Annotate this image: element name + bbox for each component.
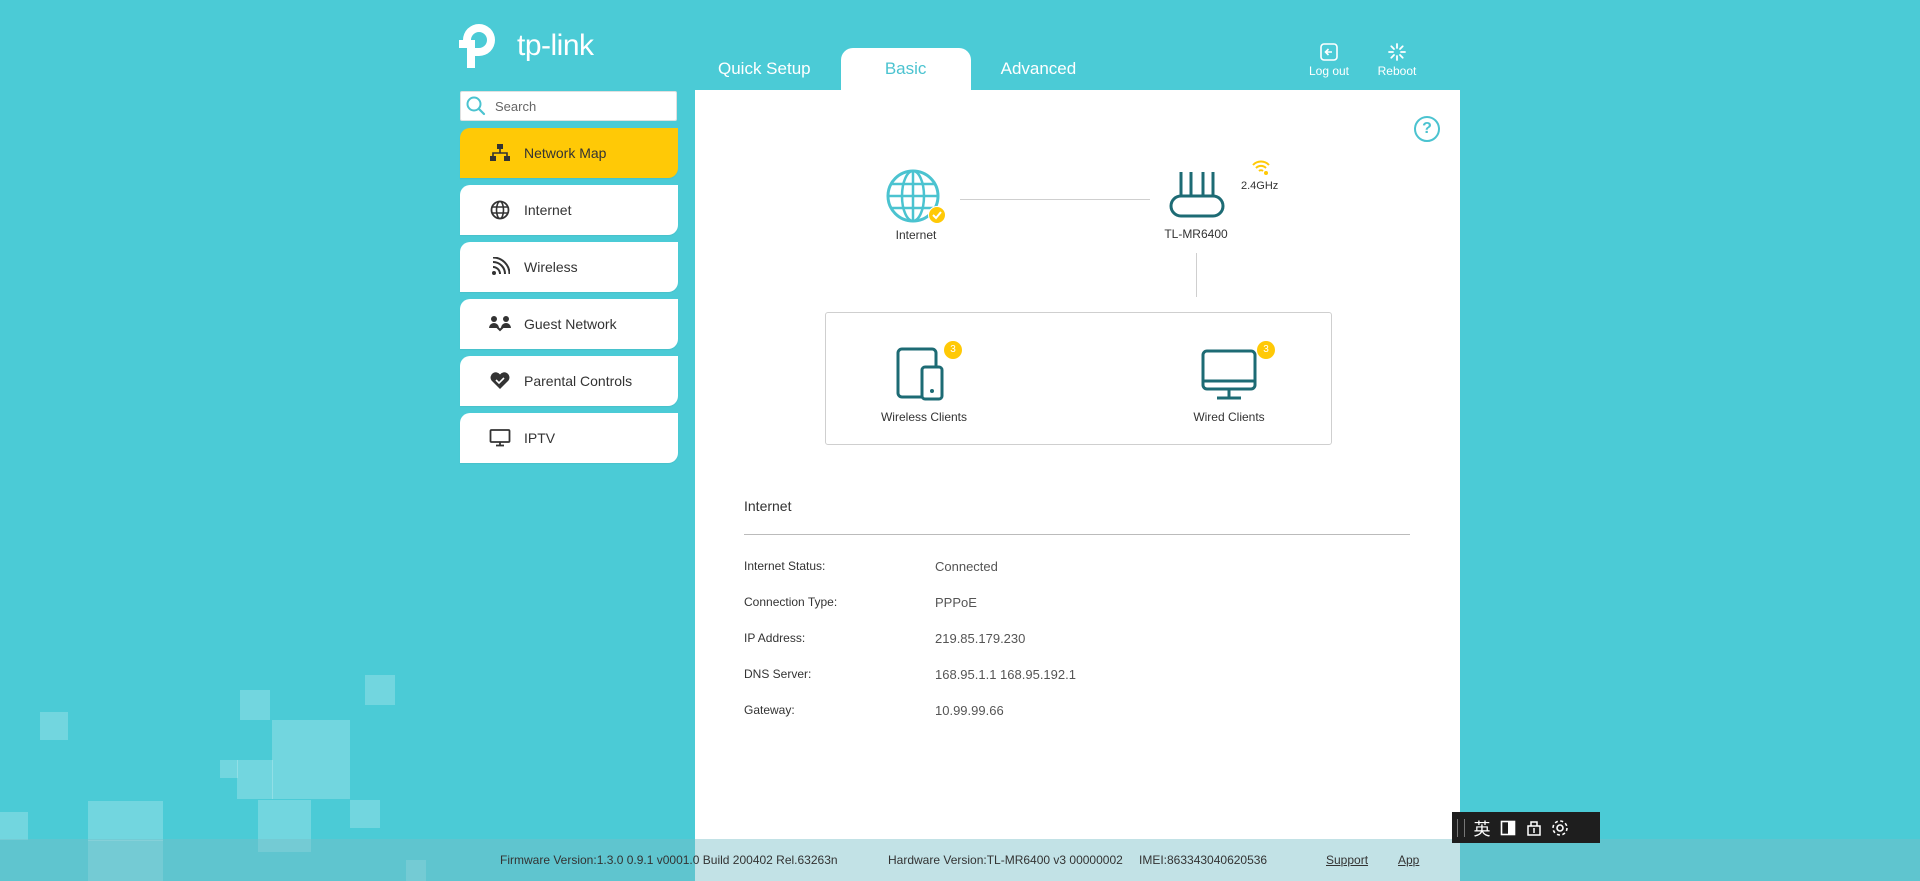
logo-text: tp-link	[517, 29, 594, 62]
info-key: Internet Status:	[744, 559, 826, 573]
info-row-ip-address: IP Address: 219.85.179.230	[744, 628, 1025, 648]
background-decoration	[237, 760, 273, 799]
firmware-version: Firmware Version:1.3.0 0.9.1 v0001.0 Bui…	[500, 853, 838, 867]
wifi-band-label: 2.4GHz	[1241, 180, 1279, 192]
imei: IMEI:863343040620536	[1139, 853, 1268, 867]
info-key: Connection Type:	[744, 595, 838, 609]
sidebar-item-parental-controls[interactable]: Parental Controls	[460, 356, 678, 406]
internet-section-title: Internet	[744, 498, 792, 514]
app-link[interactable]: App	[1398, 853, 1419, 867]
connection-line	[1196, 253, 1197, 297]
ime-halfwidth-icon[interactable]	[1495, 815, 1521, 841]
ime-settings-icon[interactable]	[1547, 815, 1573, 841]
info-row-connection-type: Connection Type: PPPoE	[744, 592, 977, 612]
router-model-label: TL-MR6400	[1164, 227, 1228, 241]
reboot-icon	[1388, 43, 1406, 61]
internet-node-label: Internet	[895, 228, 937, 242]
network-map-icon	[488, 141, 512, 165]
clients-box: 3 Wireless Clients 3 Wired Clients	[825, 312, 1332, 445]
logout-button[interactable]: Log out	[1299, 42, 1359, 78]
background-decoration	[88, 801, 163, 841]
ime-drag-handle[interactable]	[1457, 818, 1465, 837]
logout-label: Log out	[1308, 64, 1350, 78]
sidebar-item-label: Wireless	[524, 259, 578, 275]
background-decoration	[40, 712, 68, 740]
info-key: Gateway:	[744, 703, 795, 717]
info-value: 10.99.99.66	[935, 702, 1004, 718]
router-node[interactable]	[1169, 168, 1225, 220]
search-input[interactable]	[493, 97, 667, 115]
reboot-label: Reboot	[1377, 64, 1417, 78]
tab-quick-setup[interactable]: Quick Setup	[696, 48, 833, 90]
sidebar-item-internet[interactable]: Internet	[460, 185, 678, 235]
search-box	[460, 91, 677, 121]
tab-advanced[interactable]: Advanced	[979, 48, 1099, 90]
search-icon	[466, 96, 486, 116]
sidebar-item-label: Guest Network	[524, 316, 617, 332]
heart-icon	[488, 369, 512, 393]
info-value: Connected	[935, 558, 998, 574]
logo-mark-icon	[459, 20, 511, 72]
reboot-button[interactable]: Reboot	[1367, 42, 1427, 78]
globe-icon	[488, 198, 512, 222]
sidebar-item-network-map[interactable]: Network Map	[460, 128, 678, 178]
main-panel: ? Internet TL-MR6400 2.4GHz 3 Wireless C…	[695, 90, 1460, 881]
wifi-band-icon	[1252, 160, 1270, 175]
wired-clients-count-badge: 3	[1257, 341, 1275, 359]
router-icon	[1169, 172, 1225, 218]
hardware-version: Hardware Version:TL-MR6400 v3 00000002	[888, 853, 1123, 867]
wireless-clients-count-badge: 3	[944, 341, 962, 359]
ime-tool-icon[interactable]	[1521, 815, 1547, 841]
guest-icon	[488, 312, 512, 336]
sidebar-item-label: Network Map	[524, 145, 607, 161]
background-decoration	[350, 800, 380, 828]
sidebar-menu: Network Map Internet Wireless Guest Netw…	[460, 128, 678, 470]
info-value: 219.85.179.230	[935, 630, 1026, 646]
tab-basic[interactable]: Basic	[840, 48, 971, 90]
background-decoration	[272, 720, 350, 799]
connection-line	[960, 199, 1150, 200]
devices-icon	[896, 347, 944, 401]
wireless-clients-node[interactable]: 3	[896, 341, 962, 401]
logout-icon	[1320, 43, 1338, 61]
info-value: 168.95.1.1 168.95.192.1	[935, 666, 1076, 682]
ime-language-button[interactable]: 英	[1469, 815, 1495, 841]
wired-clients-node[interactable]: 3	[1201, 341, 1275, 401]
sidebar-item-label: IPTV	[524, 430, 556, 446]
sidebar-item-label: Internet	[524, 202, 572, 218]
info-row-status: Internet Status: Connected	[744, 556, 998, 576]
monitor-icon	[488, 426, 512, 450]
background-decoration	[365, 675, 395, 705]
wifi-icon	[488, 255, 512, 279]
background-decoration	[220, 760, 238, 778]
support-link[interactable]: Support	[1326, 853, 1368, 867]
internet-node[interactable]	[885, 168, 946, 228]
main-tabs: Quick Setup Basic Advanced	[696, 48, 1098, 90]
wireless-clients-label: Wireless Clients	[880, 410, 967, 424]
info-row-dns-server: DNS Server: 168.95.1.1 168.95.192.1	[744, 664, 1076, 684]
info-key: DNS Server:	[744, 667, 812, 681]
help-icon[interactable]: ?	[1414, 116, 1440, 142]
info-key: IP Address:	[744, 631, 806, 645]
monitor-icon	[1201, 349, 1257, 400]
wired-clients-label: Wired Clients	[1193, 410, 1265, 424]
sidebar-item-wireless[interactable]: Wireless	[460, 242, 678, 292]
background-decoration	[240, 690, 270, 720]
connected-check-icon	[928, 206, 946, 224]
info-row-gateway: Gateway: 10.99.99.66	[744, 700, 1004, 720]
sidebar-item-iptv[interactable]: IPTV	[460, 413, 678, 463]
info-value: PPPoE	[935, 594, 977, 610]
sidebar-item-guest-network[interactable]: Guest Network	[460, 299, 678, 349]
sidebar-item-label: Parental Controls	[524, 373, 633, 389]
section-divider	[744, 534, 1410, 535]
ime-toolbar: 英	[1452, 812, 1600, 843]
tp-link-logo: tp-link	[459, 20, 594, 72]
background-decoration	[0, 812, 28, 840]
